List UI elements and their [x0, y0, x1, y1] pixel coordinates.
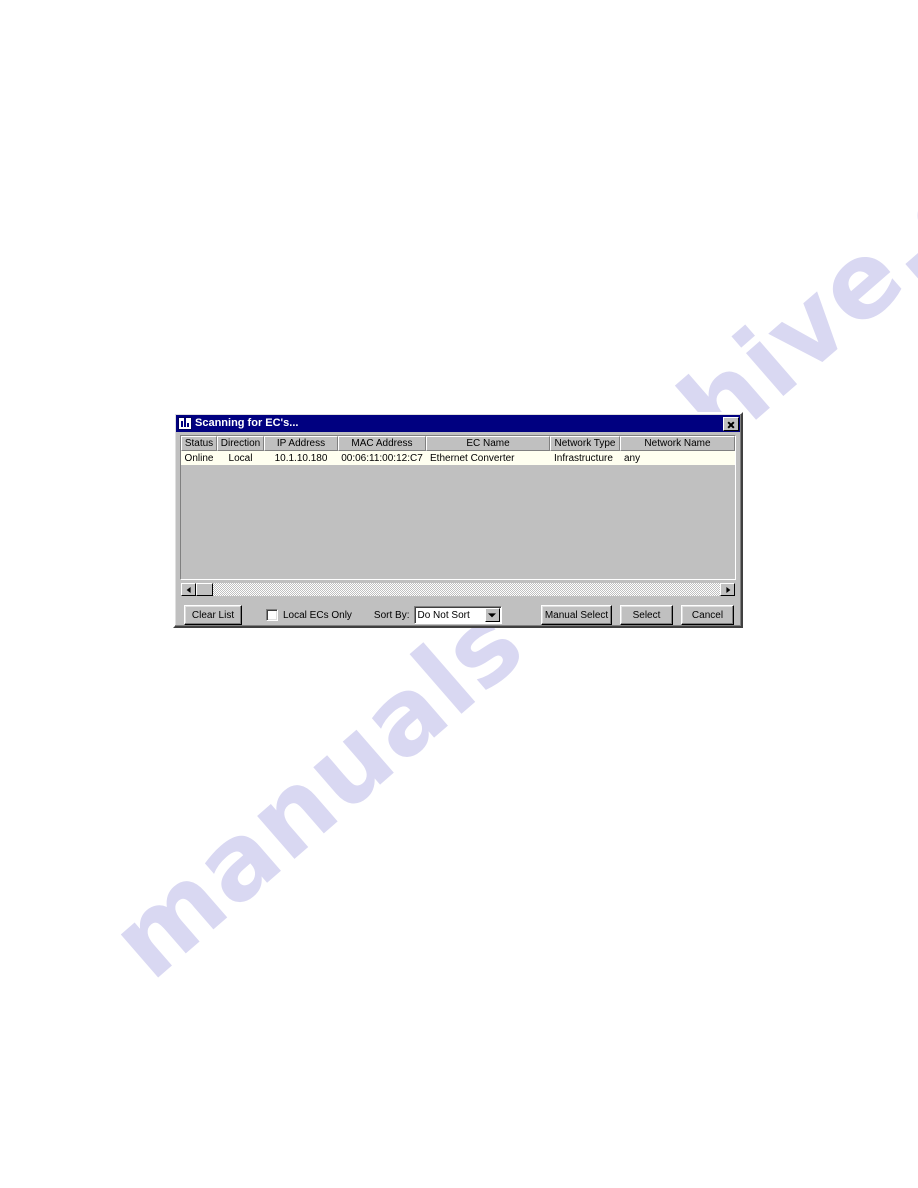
cancel-button[interactable]: Cancel [681, 605, 734, 625]
manual-select-button[interactable]: Manual Select [541, 605, 612, 625]
scrollbar-thumb[interactable] [196, 583, 213, 596]
arrow-left-icon[interactable] [181, 583, 196, 596]
watermark-text-line1: manuals [87, 581, 547, 1002]
column-header-direction[interactable]: Direction [217, 436, 264, 451]
dialog-bottom-bar: Clear List Local ECs Only Sort By: Do No… [180, 603, 736, 627]
local-ecs-only-checkbox[interactable] [266, 609, 278, 621]
listview-rows-area[interactable]: Online Local 10.1.10.180 00:06:11:00:12:C7 E… [181, 451, 735, 579]
dialog-titlebar[interactable]: Scanning for EC's... [176, 415, 740, 432]
listview-header-row: Status Direction IP Address MAC Address EC N… [181, 436, 735, 451]
arrow-right-icon[interactable] [720, 583, 735, 596]
dialog-title: Scanning for EC's... [195, 417, 299, 429]
sort-by-group: Sort By: Do Not Sort [374, 606, 502, 624]
ec-listview[interactable]: Status Direction IP Address MAC Address EC N… [180, 435, 736, 580]
scrollbar-track[interactable] [196, 583, 720, 596]
dialog-action-buttons: Manual Select Select Cancel [541, 605, 734, 625]
column-header-network-name[interactable]: Network Name [620, 436, 735, 451]
column-header-network-type[interactable]: Network Type [550, 436, 620, 451]
column-header-ip-address[interactable]: IP Address [264, 436, 338, 451]
application-icon [178, 417, 192, 430]
local-ecs-only-label: Local ECs Only [283, 609, 352, 621]
chevron-down-icon[interactable] [484, 608, 500, 622]
column-header-ec-name[interactable]: EC Name [426, 436, 550, 451]
cell-network-name: any [624, 452, 641, 464]
horizontal-scrollbar[interactable] [180, 582, 736, 597]
cell-status: Online [184, 452, 214, 464]
cell-mac-address: 00:06:11:00:12:C7 [341, 452, 423, 464]
select-button[interactable]: Select [620, 605, 673, 625]
scanning-for-ecs-dialog: Scanning for EC's... Status Direction IP A… [173, 412, 743, 628]
column-header-mac-address[interactable]: MAC Address [338, 436, 426, 451]
cell-direction: Local [228, 452, 253, 464]
column-header-status[interactable]: Status [181, 436, 217, 451]
sort-by-value: Do Not Sort [417, 609, 470, 621]
cell-ec-name: Ethernet Converter [430, 452, 515, 464]
local-ecs-only-checkbox-group[interactable]: Local ECs Only [266, 609, 352, 621]
sort-by-label: Sort By: [373, 609, 410, 621]
sort-by-select[interactable]: Do Not Sort [413, 606, 502, 624]
cell-network-type: Infrastructure [554, 452, 613, 464]
table-row[interactable]: Online Local 10.1.10.180 00:06:11:00:12:C7 E… [181, 451, 735, 465]
clear-list-button[interactable]: Clear List [184, 605, 242, 625]
cell-ip-address: 10.1.10.180 [274, 452, 328, 464]
close-icon[interactable] [723, 416, 739, 431]
